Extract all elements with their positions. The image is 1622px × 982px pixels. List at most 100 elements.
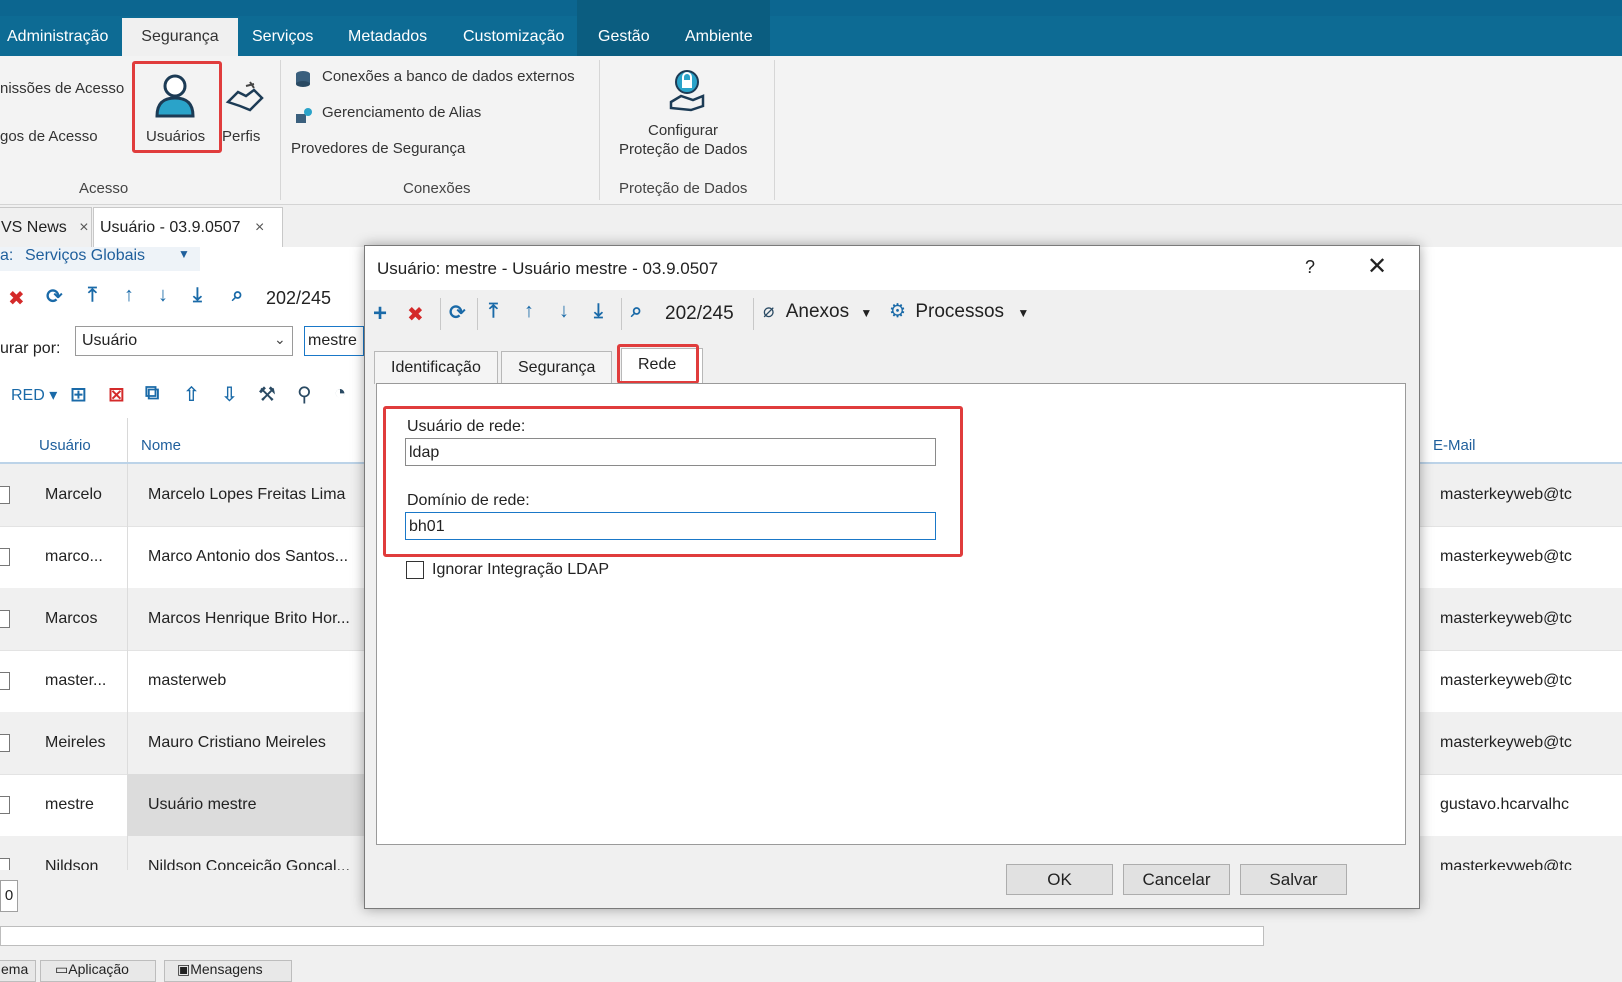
gear-icon: ⚙ xyxy=(889,301,907,322)
message-icon: ▣ xyxy=(177,961,191,977)
doc-tab-usuario-label: Usuário - 03.9.0507 xyxy=(100,219,241,236)
ok-button[interactable]: OK xyxy=(1006,864,1113,895)
delete-icon[interactable]: ✖ xyxy=(8,286,25,311)
row-checkbox[interactable] xyxy=(0,672,10,690)
move-up-icon[interactable]: ⇧ xyxy=(183,382,200,407)
column-divider xyxy=(127,418,128,462)
gerenciamento-alias-label: Gerenciamento de Alias xyxy=(322,104,482,121)
filter-label: urar por: xyxy=(0,340,61,357)
pin-icon[interactable]: ⚲ xyxy=(297,382,312,407)
row-checkbox[interactable] xyxy=(0,486,10,504)
row-checkbox[interactable] xyxy=(0,548,10,566)
conexoes-banco-button[interactable]: Conexões a banco de dados externos xyxy=(294,68,594,90)
tab-metadados[interactable]: Metadados xyxy=(346,18,429,56)
dialog-record-counter: 202/245 xyxy=(665,303,734,324)
bottom-tab-mensagens[interactable]: ▣Mensagens xyxy=(164,960,292,982)
page-number-field[interactable]: 0 xyxy=(0,880,18,912)
cell-nome: Nildson Conceição Gonçal... xyxy=(148,858,350,871)
alias-icon xyxy=(296,108,312,123)
highlight-network-fields xyxy=(383,406,963,557)
filter-value-input[interactable]: mestre xyxy=(304,326,364,356)
expand-icon[interactable]: ⧉ xyxy=(145,382,159,405)
ribbon-grupos-acesso[interactable]: gos de Acesso xyxy=(0,128,98,145)
context-selector[interactable]: a: Serviços Globais ▼ xyxy=(0,247,200,271)
doc-tab-news[interactable]: VS News × xyxy=(0,207,92,247)
paint-icon[interactable]: ⚒ xyxy=(258,382,276,407)
paperclip-icon: ⌀ xyxy=(763,301,775,322)
last-record-icon[interactable]: ⤓ xyxy=(193,284,202,307)
cell-email: masterkeyweb@tc xyxy=(1440,734,1572,751)
cell-usuario: Marcelo xyxy=(45,486,102,503)
column-header-usuario[interactable]: Usuário xyxy=(39,430,91,462)
context-label: a: xyxy=(0,247,14,264)
help-button[interactable]: ? xyxy=(1305,257,1315,278)
cell-usuario: Marcos xyxy=(45,610,98,627)
close-icon[interactable]: × xyxy=(255,219,264,236)
column-header-nome[interactable]: Nome xyxy=(141,430,181,462)
cell-nome: Marcelo Lopes Freitas Lima xyxy=(148,486,346,503)
previous-record-icon[interactable]: ↑ xyxy=(524,300,534,323)
app-icon: ▭ xyxy=(55,961,69,977)
perfis-button[interactable]: Perfis xyxy=(222,76,266,152)
move-down-icon[interactable]: ⇩ xyxy=(221,382,238,407)
row-checkbox[interactable] xyxy=(0,734,10,752)
ribbon-permissoes-acesso[interactable]: nissões de Acesso xyxy=(0,80,124,97)
tab-identificacao[interactable]: Identificação xyxy=(374,351,498,384)
column-divider xyxy=(127,464,128,870)
search-icon[interactable]: ⌕ xyxy=(232,284,243,307)
provedores-seguranca-button[interactable]: Provedores de Segurança xyxy=(291,140,465,157)
cell-email: gustavo.hcarvalhc xyxy=(1440,796,1569,813)
refresh-icon[interactable]: ⟳ xyxy=(449,300,466,325)
first-record-icon[interactable]: ⤒ xyxy=(88,284,97,307)
save-button[interactable]: Salvar xyxy=(1240,864,1347,895)
bottom-tab-sistema[interactable]: ema xyxy=(0,960,36,982)
tab-seguranca[interactable]: Segurança xyxy=(122,18,238,56)
next-record-icon[interactable]: ↓ xyxy=(559,300,569,323)
cell-usuario: mestre xyxy=(45,796,94,813)
column-header-email[interactable]: E-Mail xyxy=(1433,430,1476,462)
search-icon[interactable]: ⌕ xyxy=(631,300,642,323)
tab-customizacao[interactable]: Customização xyxy=(461,18,566,56)
ignorar-ldap-checkbox[interactable] xyxy=(406,561,424,579)
row-checkbox[interactable] xyxy=(0,796,10,814)
title-strip xyxy=(0,0,1622,16)
processos-label: Processos xyxy=(915,301,1005,322)
perfis-label: Perfis xyxy=(222,128,261,145)
close-icon[interactable]: ✕ xyxy=(1367,252,1387,281)
configurar-protecao-button[interactable]: Configurar Proteção de Dados xyxy=(612,68,762,160)
tab-servicos[interactable]: Serviços xyxy=(250,18,315,56)
refresh-icon[interactable]: ⟳ xyxy=(46,284,63,309)
highlight-tab-rede xyxy=(617,344,699,384)
add-icon[interactable]: + xyxy=(373,300,387,328)
red-menu[interactable]: RED ▾ xyxy=(11,385,57,405)
next-record-icon[interactable]: ↓ xyxy=(158,284,168,307)
previous-record-icon[interactable]: ↑ xyxy=(124,284,134,307)
configurar-label: Configurar xyxy=(648,122,719,139)
filter-field-select[interactable]: Usuário ⌄ xyxy=(75,326,293,356)
toolbar-separator xyxy=(477,298,478,330)
tab-gestao[interactable]: Gestão xyxy=(596,18,652,56)
delete-icon[interactable]: ✖ xyxy=(407,302,424,327)
red-label: RED xyxy=(11,387,45,404)
cell-nome: Marcos Henrique Brito Hor... xyxy=(148,610,350,627)
processos-menu[interactable]: ⚙ Processos ▼ xyxy=(889,300,1029,323)
gerenciamento-alias-button[interactable]: Gerenciamento de Alias xyxy=(294,104,514,126)
dialog-titlebar[interactable]: Usuário: mestre - Usuário mestre - 03.9.… xyxy=(365,246,1419,290)
chevron-down-icon: ▼ xyxy=(860,306,873,320)
tab-ambiente[interactable]: Ambiente xyxy=(683,18,755,56)
bottom-tab-aplicacao[interactable]: ▭Aplicação xyxy=(40,960,156,982)
first-record-icon[interactable]: ⤒ xyxy=(489,300,498,323)
remove-row-icon[interactable]: ⊠ xyxy=(108,382,125,407)
last-record-icon[interactable]: ⤓ xyxy=(594,300,603,323)
close-icon[interactable]: × xyxy=(79,219,88,236)
filter-icon[interactable]: ◔ xyxy=(334,382,346,405)
doc-tab-usuario[interactable]: Usuário - 03.9.0507 × xyxy=(93,207,283,247)
anexos-menu[interactable]: ⌀ Anexos ▼ xyxy=(763,300,872,323)
row-checkbox[interactable] xyxy=(0,610,10,628)
add-row-icon[interactable]: ⊞ xyxy=(70,382,87,407)
cell-email: masterkeyweb@tc xyxy=(1440,486,1572,503)
tab-administracao[interactable]: Administração xyxy=(5,18,110,56)
cancel-button[interactable]: Cancelar xyxy=(1123,864,1230,895)
ignorar-ldap-label: Ignorar Integração LDAP xyxy=(432,561,609,578)
tab-seguranca-dialog[interactable]: Segurança xyxy=(501,351,613,384)
